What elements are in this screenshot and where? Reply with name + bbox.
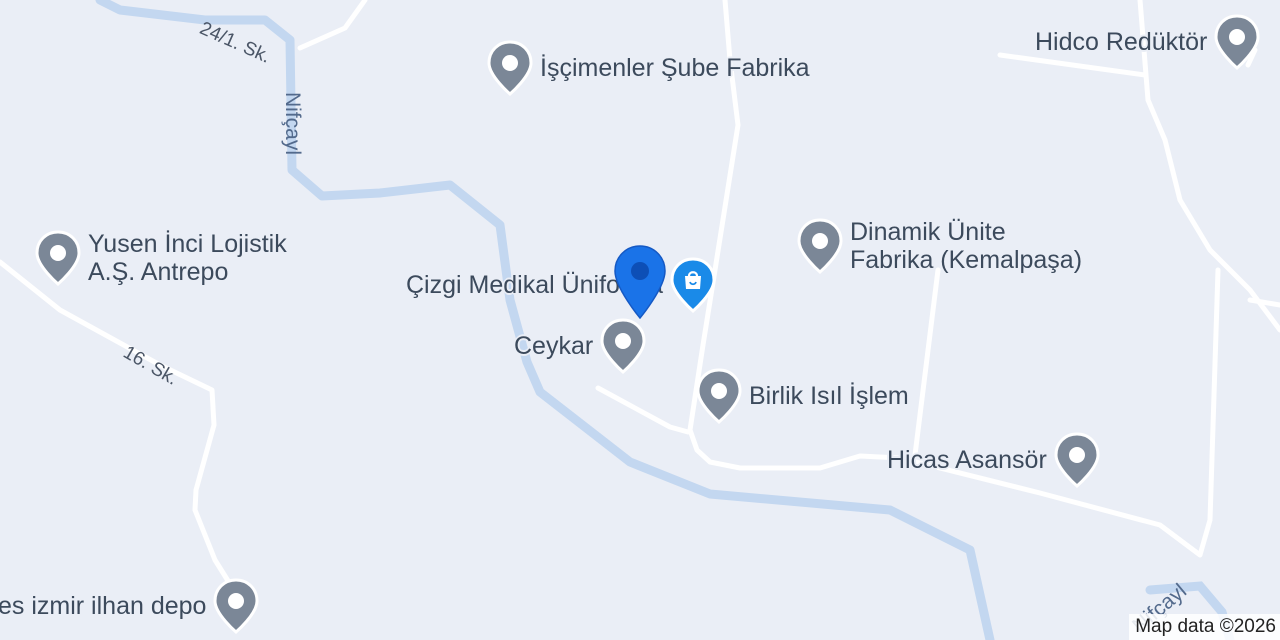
road-24-1: [297, 0, 368, 51]
poi-label: Birlik Isıl İşlem: [749, 382, 909, 410]
stream-label-nifcayl: Nifçayl: [281, 92, 304, 156]
road-ceykar: [595, 385, 691, 435]
poi-label: Ceykar: [514, 332, 594, 360]
poi-label-line1: Dinamik Ünite: [850, 218, 1006, 246]
poi-iscimenler[interactable]: İşçimenler Şube Fabrika: [486, 40, 810, 96]
poi-dinamik[interactable]: Dinamik Ünite Fabrika (Kemalpaşa): [796, 218, 1082, 274]
place-pin-icon: [486, 40, 534, 96]
map-attribution: Map data ©2026: [1129, 614, 1280, 640]
place-pin-icon: [695, 368, 743, 424]
place-pin-icon: [212, 578, 260, 634]
poi-label-line1: Yusen İnci Lojistik: [88, 230, 287, 258]
road-right-branch: [1247, 297, 1280, 308]
place-pin-icon: [34, 230, 82, 286]
map-canvas[interactable]: 24/1. Sk. 16. Sk. Nifçayl Nifçayl İşçime…: [0, 0, 1280, 640]
place-pin-icon: [1053, 432, 1101, 488]
road-16: [0, 259, 243, 603]
poi-label-line2: Fabrika (Kemalpaşa): [850, 246, 1083, 274]
poi-label: Hicas Asansör: [887, 446, 1047, 474]
road-dinamik: [912, 267, 941, 458]
poi-label-line2: A.Ş. Antrepo: [88, 258, 229, 286]
shopping-bag-pin-icon: [669, 257, 717, 313]
poi-birlik[interactable]: Birlik Isıl İşlem: [695, 368, 909, 424]
poi-ceykar[interactable]: Ceykar: [514, 318, 647, 374]
place-pin-icon: [796, 218, 844, 274]
place-pin-icon: [599, 318, 647, 374]
poi-hicas[interactable]: Hicas Asansör: [887, 432, 1101, 488]
poi-label: es izmir ilhan depo: [0, 592, 207, 620]
poi-ilhan-depo[interactable]: es izmir ilhan depo: [0, 578, 260, 634]
poi-cizgi-medikal[interactable]: Çizgi Medikal Üniforma: [406, 257, 717, 313]
selected-location-marker-icon[interactable]: [612, 244, 668, 322]
poi-yusen[interactable]: Yusen İnci Lojistik A.Ş. Antrepo: [34, 230, 287, 286]
poi-hidco[interactable]: Hidco Redüktör: [1035, 14, 1261, 70]
place-pin-icon: [1213, 14, 1261, 70]
poi-label: İşçimenler Şube Fabrika: [540, 54, 810, 82]
poi-label: Hidco Redüktör: [1035, 28, 1208, 56]
